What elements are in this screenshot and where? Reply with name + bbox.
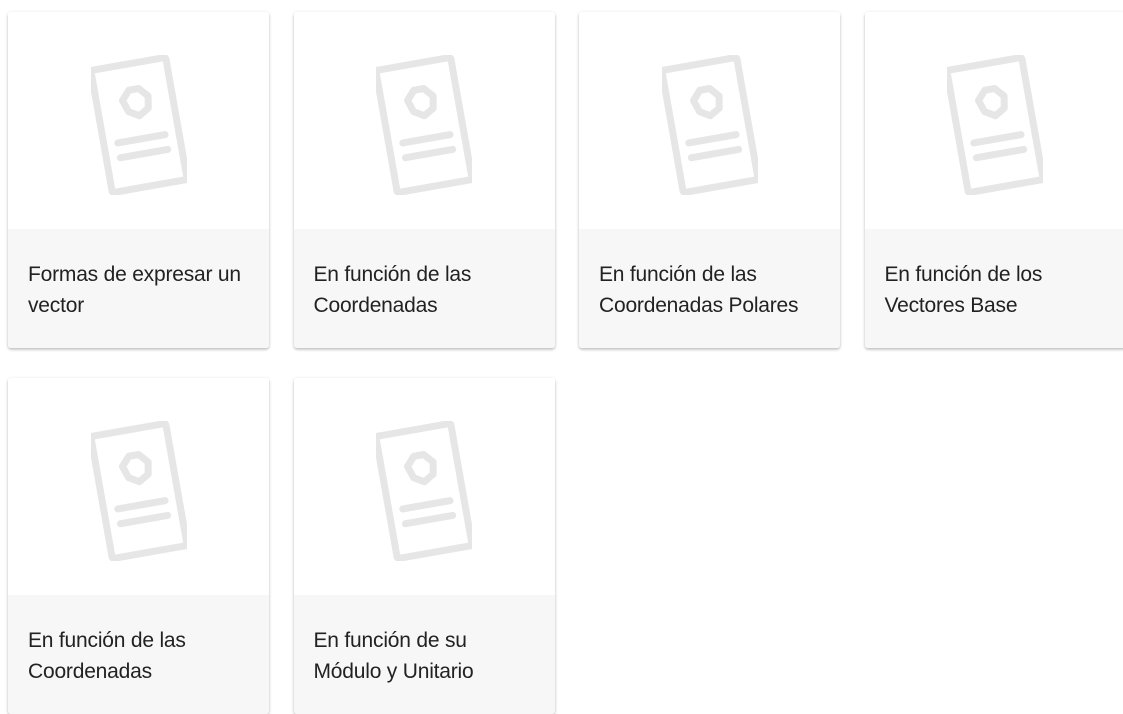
card-footer: En función de los Vectores Base [865, 229, 1123, 348]
card-title[interactable]: En función de los Vectores Base [885, 259, 1106, 321]
card-footer: En función de las Coordenadas [8, 595, 269, 714]
card-thumbnail [8, 12, 269, 229]
card-title[interactable]: En función de las Coordenadas [314, 259, 535, 321]
card-en-funcion-de-las-coordenadas[interactable]: En función de las Coordenadas [294, 12, 555, 348]
card-en-funcion-de-las-coordenadas-2[interactable]: En función de las Coordenadas [8, 378, 269, 714]
card-title[interactable]: Formas de expresar un vector [28, 259, 249, 321]
card-en-funcion-de-su-modulo-y-unitario[interactable]: En función de su Módulo y Unitario [294, 378, 555, 714]
card-thumbnail [294, 378, 555, 595]
card-en-funcion-de-los-vectores-base[interactable]: En función de los Vectores Base [865, 12, 1123, 348]
placeholder-document-icon [376, 421, 472, 561]
card-title[interactable]: En función de las Coordenadas Polares [599, 259, 820, 321]
placeholder-document-icon [91, 421, 187, 561]
card-title[interactable]: En función de las Coordenadas [28, 625, 249, 687]
placeholder-document-icon [662, 55, 758, 195]
card-footer: En función de las Coordenadas Polares [579, 229, 840, 348]
card-thumbnail [865, 12, 1123, 229]
card-en-funcion-de-las-coordenadas-polares[interactable]: En función de las Coordenadas Polares [579, 12, 840, 348]
cards-grid: Formas de expresar un vector En función … [8, 12, 1123, 714]
card-formas-de-expresar-un-vector[interactable]: Formas de expresar un vector [8, 12, 269, 348]
card-title[interactable]: En función de su Módulo y Unitario [314, 625, 535, 687]
placeholder-document-icon [947, 55, 1043, 195]
placeholder-document-icon [91, 55, 187, 195]
card-thumbnail [294, 12, 555, 229]
card-thumbnail [8, 378, 269, 595]
card-footer: Formas de expresar un vector [8, 229, 269, 348]
card-footer: En función de su Módulo y Unitario [294, 595, 555, 714]
placeholder-document-icon [376, 55, 472, 195]
card-thumbnail [579, 12, 840, 229]
card-footer: En función de las Coordenadas [294, 229, 555, 348]
